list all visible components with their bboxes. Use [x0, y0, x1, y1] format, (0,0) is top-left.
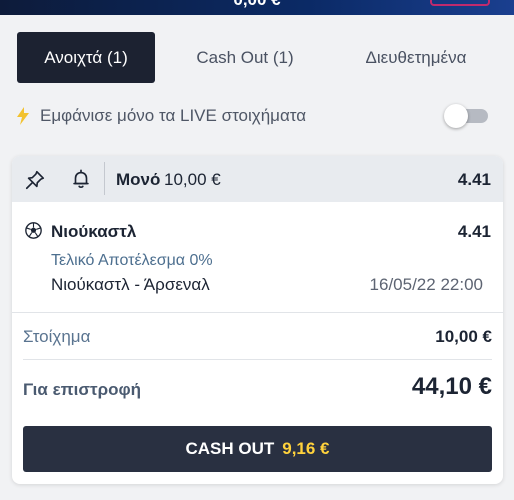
header-stake: 10,00 €	[164, 170, 221, 189]
soccer-ball-icon	[25, 222, 42, 239]
cashout-value: 9,16 €	[282, 439, 330, 458]
live-filter-label: Εμφάνισε μόνο τα LIVE στοιχήματα	[40, 106, 307, 125]
return-row: Για επιστροφή 44,10 €	[23, 360, 492, 420]
return-value: 44,10 €	[411, 373, 492, 400]
market-name: Τελικό Αποτέλεσμα 0%	[51, 252, 213, 269]
event-datetime: 16/05/22 22:00	[369, 275, 483, 294]
stake-label: Στοίχημα	[23, 327, 91, 346]
deposit-button[interactable]	[430, 0, 490, 6]
tab-cashout[interactable]: Cash Out (1)	[155, 32, 335, 83]
bet-card: Μονό 10,00 € 4.41 Νιούκαστλ 4.41 Τελικό …	[12, 156, 503, 484]
cashout-label: CASH OUT	[185, 439, 275, 458]
bet-card-header: Μονό 10,00 € 4.41	[12, 156, 503, 202]
tab-open[interactable]: Ανοιχτά (1)	[17, 32, 155, 83]
selection-name: Νιούκαστλ	[51, 222, 137, 241]
tab-settled[interactable]: Διευθετημένα	[335, 32, 497, 83]
return-label: Για επιστροφή	[23, 380, 142, 399]
live-filter-row: Εμφάνισε μόνο τα LIVE στοιχήματα	[16, 100, 492, 132]
top-balance-bar: 0,00 €	[0, 0, 514, 15]
live-filter-toggle[interactable]	[444, 104, 488, 128]
lightning-icon	[17, 107, 29, 125]
pin-icon[interactable]	[24, 169, 46, 191]
header-divider	[104, 162, 105, 195]
toggle-knob	[444, 104, 468, 128]
bet-tabs: Ανοιχτά (1) Cash Out (1) Διευθετημένα	[17, 32, 497, 83]
cashout-button[interactable]: CASH OUT 9,16 €	[23, 426, 492, 472]
total-odds: 4.41	[457, 170, 491, 189]
bet-type: Μονό	[116, 170, 161, 189]
stake-row: Στοίχημα 10,00 €	[23, 313, 492, 359]
bet-selection: Νιούκαστλ 4.41 Τελικό Αποτέλεσμα 0% Νιού…	[12, 202, 503, 312]
event-name[interactable]: Νιούκαστλ - Άρσεναλ	[51, 275, 210, 295]
stake-value: 10,00 €	[435, 327, 492, 346]
bell-icon[interactable]	[70, 168, 92, 190]
selection-odds: 4.41	[457, 222, 491, 241]
